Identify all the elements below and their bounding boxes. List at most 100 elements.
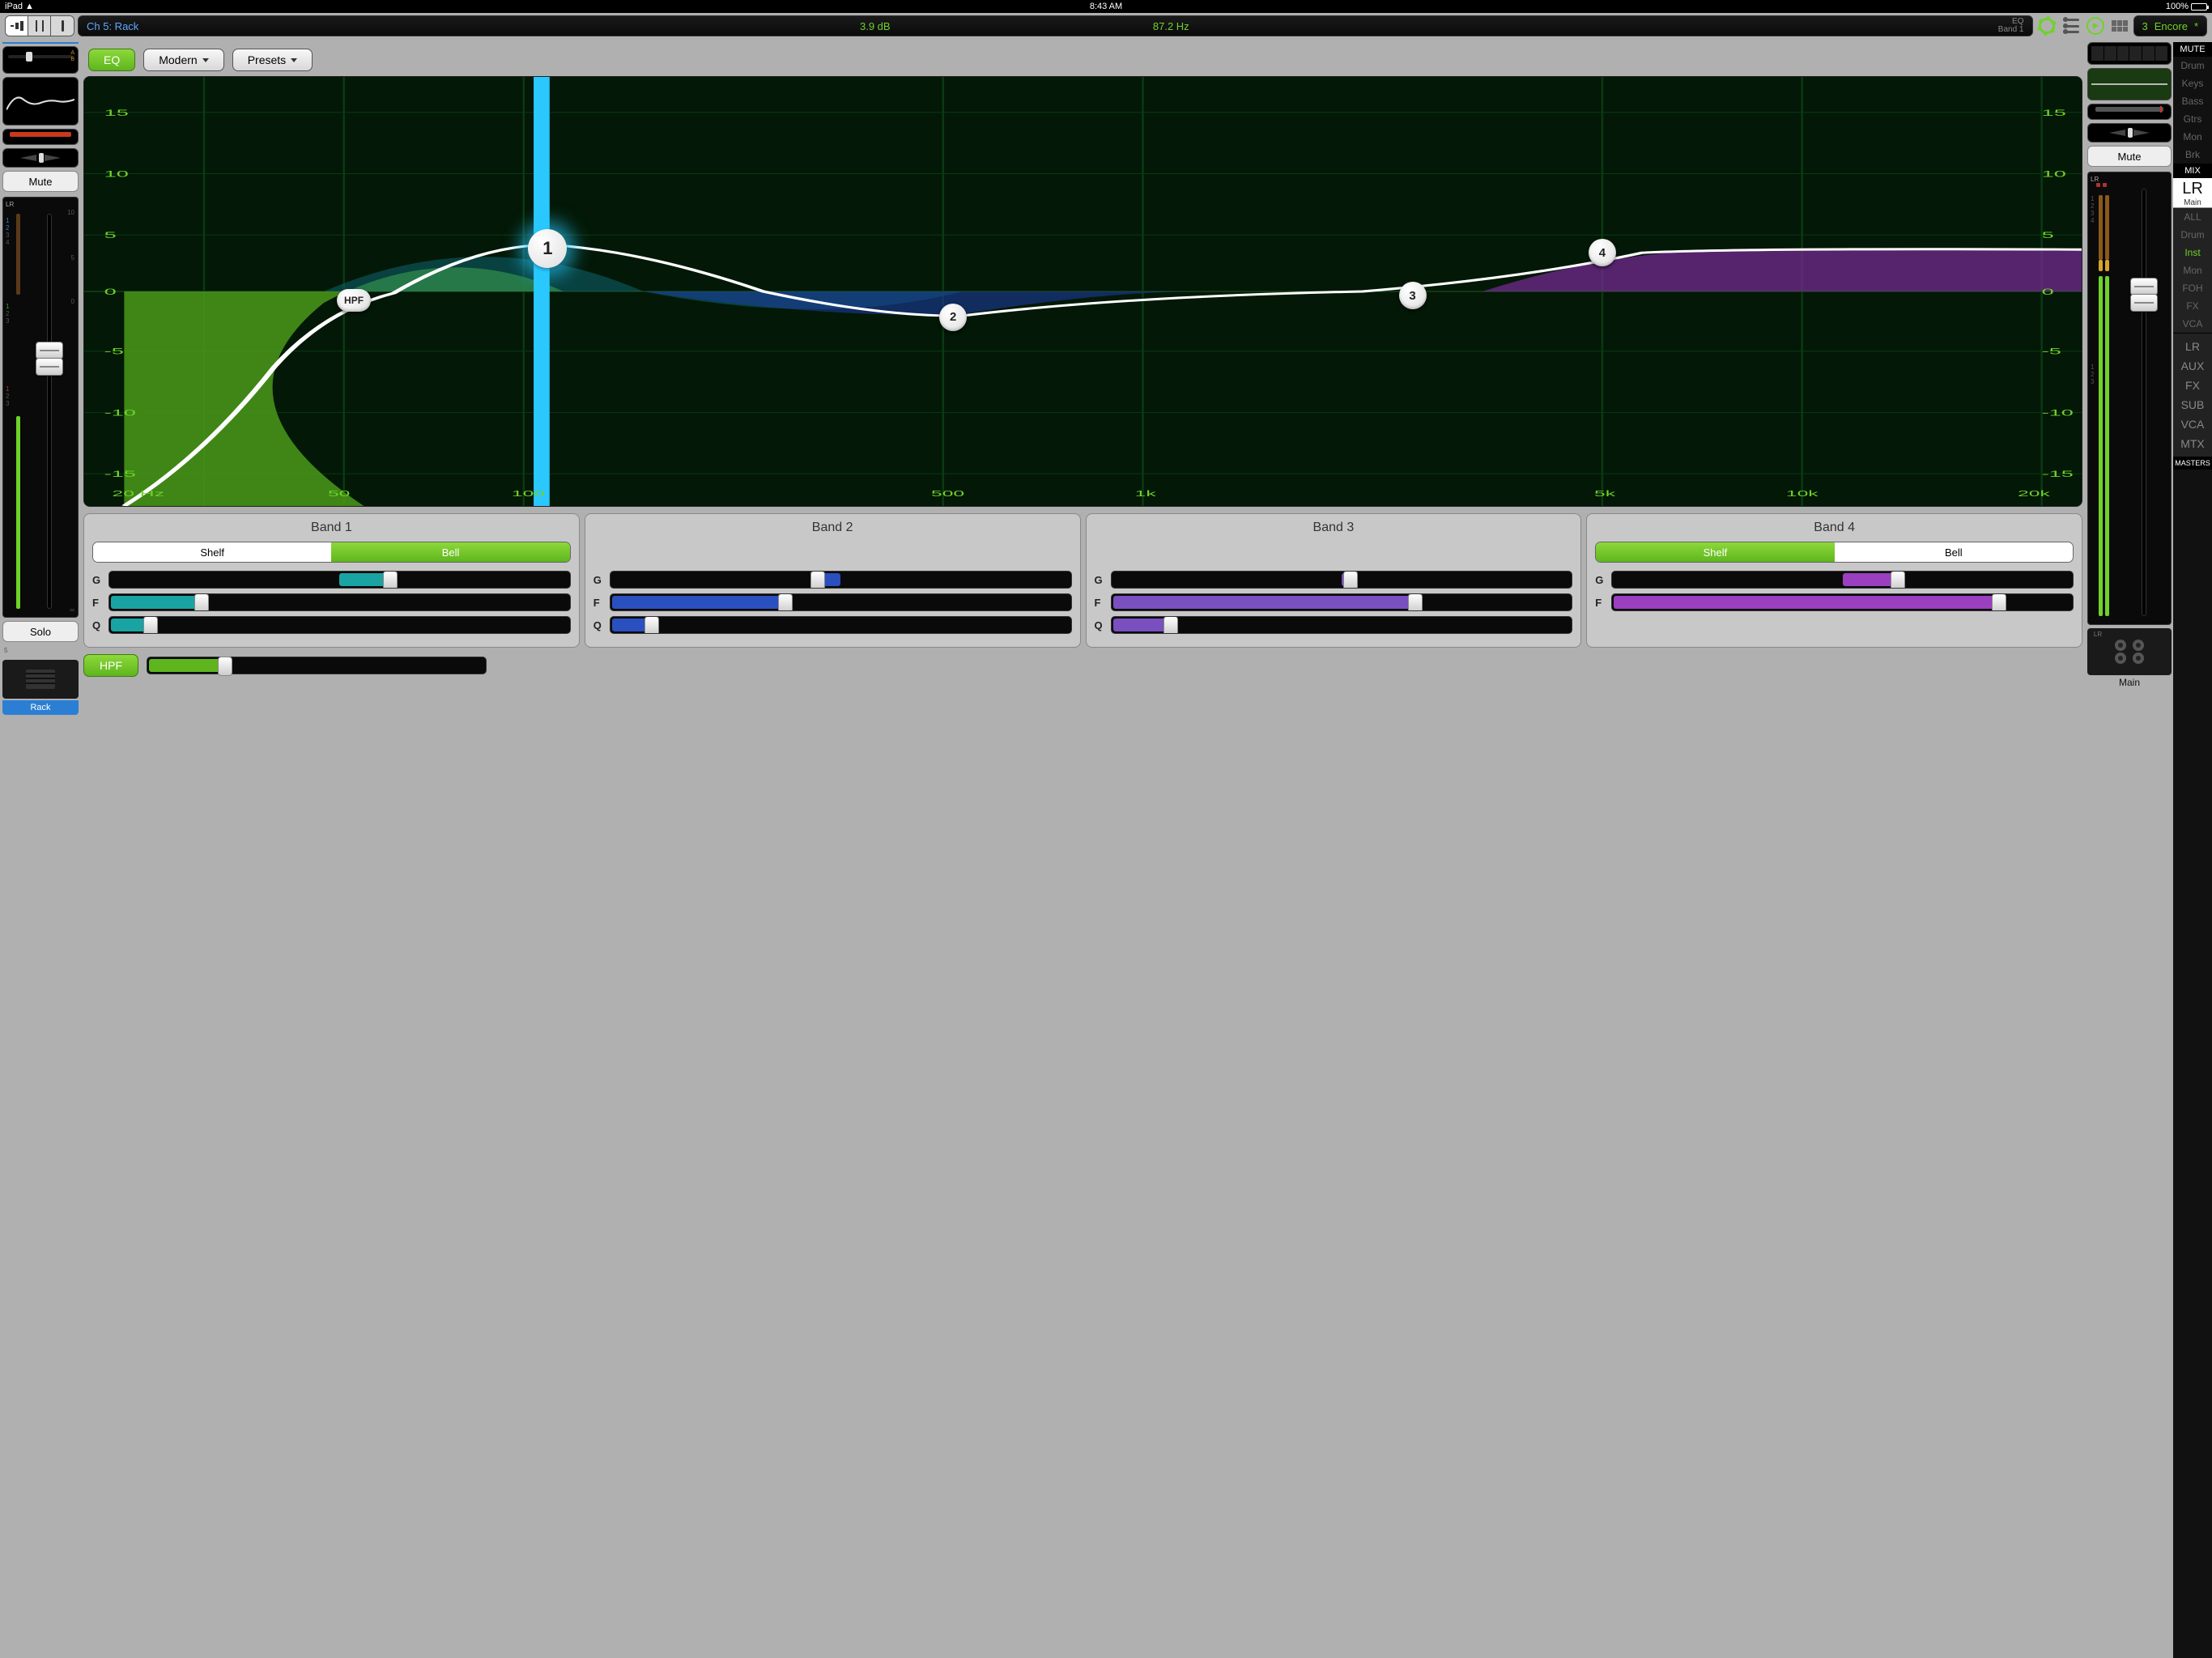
band1-freq-slider[interactable] — [108, 593, 571, 611]
band1-gain-slider[interactable] — [108, 571, 571, 589]
patch-icon — [2063, 19, 2079, 33]
main-pan-thumb[interactable] — [2087, 123, 2172, 142]
band1-type-toggle[interactable]: Shelf Bell — [92, 542, 571, 563]
chevron-down-icon — [202, 58, 209, 62]
mute-group-mon[interactable]: Mon — [2173, 128, 2212, 146]
eq-mode-dropdown[interactable]: Modern — [143, 49, 223, 71]
channel-name: Ch 5: Rack — [87, 20, 138, 32]
eq-node-band3[interactable]: 3 — [1399, 282, 1427, 309]
hpf-enable-button[interactable]: HPF — [83, 654, 138, 677]
band4-panel: Band 4 Shelf Bell G F — [1586, 513, 2082, 648]
solo-button[interactable]: Solo — [2, 621, 79, 642]
mute-group-bass[interactable]: Bass — [2173, 92, 2212, 110]
band2-panel: Band 2 G F Q — [585, 513, 1081, 648]
gain-thumb[interactable]: A B — [2, 46, 79, 74]
pan-thumb[interactable] — [2, 148, 79, 168]
svg-text:-15: -15 — [2042, 470, 2074, 479]
eq-node-band4[interactable]: 4 — [1589, 239, 1616, 266]
svg-text:-5: -5 — [104, 346, 124, 356]
dynamics-thumb[interactable] — [2, 129, 79, 145]
svg-text:20 Hz: 20 Hz — [113, 489, 164, 498]
eq-graph[interactable]: 151050 -5-10-15 151050 -5-10-15 20 Hz501… — [83, 76, 2082, 507]
mute-group-drum[interactable]: Drum — [2173, 57, 2212, 74]
bus-aux[interactable]: AUX — [2173, 356, 2212, 376]
band2-gain-slider[interactable] — [610, 571, 1072, 589]
band2-q-slider[interactable] — [610, 616, 1072, 634]
play-icon — [2087, 17, 2104, 35]
mute-group-keys[interactable]: Keys — [2173, 74, 2212, 92]
mix-group-foh[interactable]: FOH — [2173, 279, 2212, 297]
main-eq-thumb[interactable] — [2087, 68, 2172, 100]
main-fader-cap-2[interactable] — [2130, 294, 2158, 312]
bus-fx[interactable]: FX — [2173, 376, 2212, 395]
play-button[interactable] — [2085, 15, 2106, 36]
bus-lr[interactable]: LR — [2173, 337, 2212, 356]
channel-icon[interactable] — [2, 660, 79, 699]
master-nav-column: MUTE DrumKeysBassGtrsMonBrk MIX LRMain A… — [2173, 42, 2212, 1658]
svg-text:10: 10 — [2042, 169, 2066, 179]
svg-text:-10: -10 — [2042, 408, 2074, 418]
eq-editor: EQ Modern Presets 15 — [83, 42, 2082, 1658]
bus-vca[interactable]: VCA — [2173, 414, 2212, 434]
bus-mtx[interactable]: MTX — [2173, 434, 2212, 453]
main-fader-meter[interactable]: LR 1 2 3 4 1 2 3 — [2087, 172, 2172, 625]
main-gain-thumb[interactable] — [2087, 42, 2172, 65]
channel-info-strip[interactable]: Ch 5: Rack 3.9 dB 87.2 Hz EQBand 1 — [78, 15, 2033, 36]
main-dynamics-thumb[interactable] — [2087, 104, 2172, 120]
mute-groups-header: MUTE — [2173, 42, 2212, 57]
mute-group-gtrs[interactable]: Gtrs — [2173, 110, 2212, 128]
mix-group-fx[interactable]: FX — [2173, 297, 2212, 315]
mix-group-all[interactable]: ALL — [2173, 208, 2212, 226]
mix-group-inst[interactable]: Inst — [2173, 244, 2212, 261]
mix-group-mon[interactable]: Mon — [2173, 261, 2212, 279]
band1-q-slider[interactable] — [108, 616, 571, 634]
routing-button[interactable] — [2061, 15, 2082, 36]
mix-lr-button[interactable]: LRMain — [2173, 178, 2212, 208]
mix-group-vca[interactable]: VCA — [2173, 315, 2212, 333]
channel-fader-cap-2[interactable] — [36, 358, 63, 376]
band4-type-toggle[interactable]: Shelf Bell — [1595, 542, 2074, 563]
band2-freq-slider[interactable] — [610, 593, 1072, 611]
mute-button[interactable]: Mute — [2, 171, 79, 192]
band4-freq-slider[interactable] — [1611, 593, 2074, 611]
svg-text:500: 500 — [931, 489, 964, 498]
band4-gain-slider[interactable] — [1611, 571, 2074, 589]
channel-fader-meter[interactable]: LR 1 2 3 4 1 2 3 1 2 3 10 5 0 ∞ — [2, 197, 79, 618]
main-mute-button[interactable]: Mute — [2087, 146, 2172, 167]
band3-q-slider[interactable] — [1111, 616, 1573, 634]
svg-text:5: 5 — [104, 231, 117, 240]
gain-readout: 3.9 dB — [860, 20, 891, 32]
overview-button[interactable] — [2109, 15, 2130, 36]
eq-node-band1[interactable]: 1 — [528, 229, 567, 268]
view-faders-icon[interactable] — [28, 16, 51, 36]
band-controls-row: Band 1 Shelf Bell G F Q Band 2 G — [83, 513, 2082, 648]
view-single-icon[interactable] — [51, 16, 74, 36]
eq-node-hpf[interactable]: HPF — [337, 289, 371, 312]
channel-label: Rack — [2, 700, 79, 715]
view-channel-icon[interactable] — [6, 16, 28, 36]
band1-panel: Band 1 Shelf Bell G F Q — [83, 513, 580, 648]
main-fader-cap[interactable] — [2130, 278, 2158, 295]
mix-group-drum[interactable]: Drum — [2173, 226, 2212, 244]
channel-fader-cap[interactable] — [36, 342, 63, 359]
view-mode-segment[interactable] — [5, 15, 74, 36]
main-icon[interactable]: LR — [2087, 628, 2172, 675]
main-strip-right: Mute LR 1 2 3 4 1 2 3 LR Main — [2087, 42, 2172, 1658]
bus-sub[interactable]: SUB — [2173, 395, 2212, 414]
scene-selector[interactable]: 3 Encore * — [2133, 15, 2208, 36]
svg-text:10k: 10k — [1786, 489, 1819, 498]
band3-gain-slider[interactable] — [1111, 571, 1573, 589]
grid-icon — [2112, 20, 2128, 32]
band3-freq-slider[interactable] — [1111, 593, 1573, 611]
hpf-freq-slider[interactable] — [147, 657, 487, 674]
svg-text:15: 15 — [104, 108, 129, 117]
eq-enable-button[interactable]: EQ — [88, 49, 135, 71]
eq-thumb[interactable] — [2, 77, 79, 125]
svg-text:5: 5 — [2042, 231, 2054, 240]
hpf-row: HPF — [83, 654, 2082, 677]
eq-node-band2[interactable]: 2 — [939, 304, 967, 331]
settings-button[interactable] — [2036, 15, 2057, 36]
chevron-down-icon — [291, 58, 297, 62]
presets-dropdown[interactable]: Presets — [232, 49, 313, 71]
mute-group-brk[interactable]: Brk — [2173, 146, 2212, 164]
